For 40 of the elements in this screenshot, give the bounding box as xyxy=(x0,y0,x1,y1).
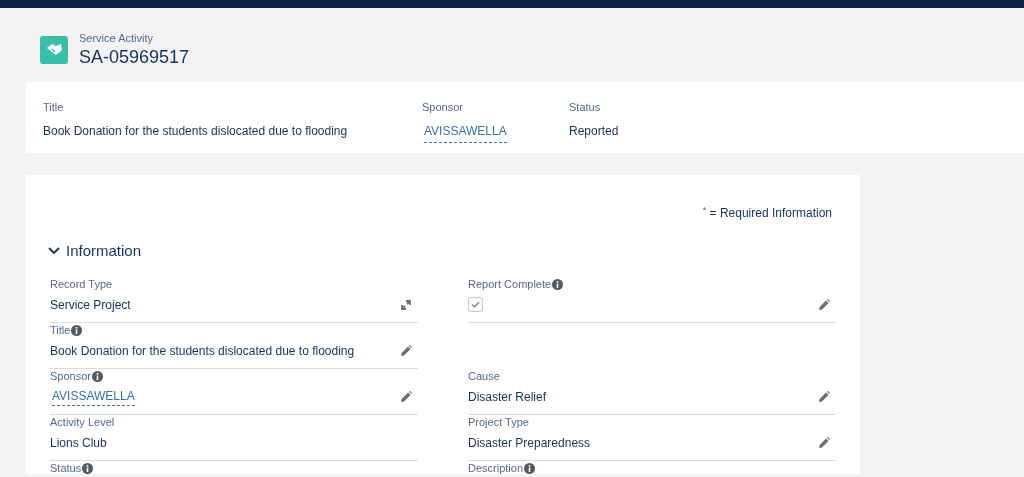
required-legend: * = Required Information xyxy=(702,204,832,222)
checkbox[interactable] xyxy=(468,297,483,312)
checkmark-icon xyxy=(471,301,480,308)
field-label: Title xyxy=(43,100,64,115)
field-value: Reported xyxy=(569,122,619,140)
field-label: Project Type xyxy=(468,415,529,431)
edit-icon[interactable] xyxy=(400,344,412,357)
edit-icon[interactable] xyxy=(818,390,830,403)
object-type-label: Service Activity xyxy=(79,31,154,46)
field-value: Disaster Preparedness xyxy=(468,434,591,452)
chevron-down-icon xyxy=(48,247,60,256)
field-label: Activity Level xyxy=(50,415,115,431)
section-header[interactable]: Information xyxy=(48,240,142,263)
field-label: Description xyxy=(468,461,524,477)
field-label: Cause xyxy=(468,369,500,385)
sponsor-link[interactable]: AVISSAWELLA xyxy=(52,387,135,406)
field-value: Lions Club xyxy=(50,434,107,452)
handshake-icon xyxy=(40,36,68,64)
change-record-type-icon[interactable] xyxy=(400,298,412,311)
field-label: Sponsor xyxy=(422,100,463,115)
field-label: Status xyxy=(50,461,82,477)
edit-icon[interactable] xyxy=(818,298,830,311)
field-label: Title xyxy=(50,323,71,339)
record-name: SA-05969517 xyxy=(79,45,190,69)
info-icon[interactable] xyxy=(92,371,103,382)
field-value: Disaster Relief xyxy=(468,388,547,406)
info-icon[interactable] xyxy=(524,463,536,474)
info-icon[interactable] xyxy=(82,463,94,474)
info-icon[interactable] xyxy=(552,279,564,290)
edit-icon[interactable] xyxy=(400,390,412,403)
edit-icon[interactable] xyxy=(818,436,830,449)
field-value: Book Donation for the students dislocated due to flooding xyxy=(50,342,355,360)
field-value: Book Donation for the students dislocated due to flooding xyxy=(43,122,348,140)
field-label: Status xyxy=(569,100,601,115)
info-icon[interactable] xyxy=(71,325,83,336)
field-label: Sponsor xyxy=(50,369,91,385)
field-value: Service Project xyxy=(50,296,131,314)
field-label: Record Type xyxy=(50,277,113,293)
field-label: Report Complete xyxy=(468,277,552,293)
sponsor-link[interactable]: AVISSAWELLA xyxy=(424,121,507,143)
